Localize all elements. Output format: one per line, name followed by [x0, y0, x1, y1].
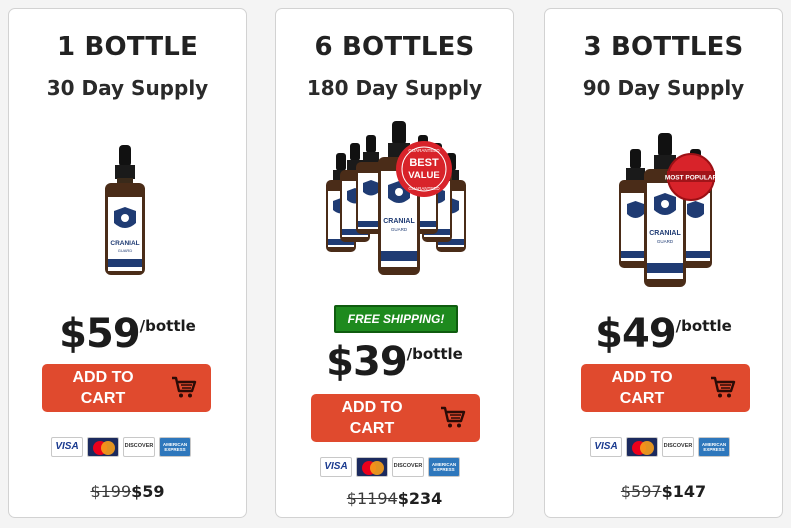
svg-text:VALUE: VALUE — [408, 170, 440, 181]
best-value-badge: BEST VALUE GUARANTEED GUARANTEED — [396, 141, 452, 197]
svg-text:BEST: BEST — [409, 157, 439, 169]
add-to-cart-label: ADD TO CART — [341, 399, 403, 437]
price-amount: $49 — [595, 311, 676, 357]
offer-card-3-bottles: 3 BOTTLES 90 Day Supply CRANIAL GUARD MO… — [544, 8, 783, 518]
mastercard-icon — [356, 457, 388, 477]
total-price: $199$59 — [9, 482, 246, 501]
bottle-image: CRANIAL GUARD — [105, 145, 145, 275]
svg-text:CRANIAL: CRANIAL — [649, 230, 681, 237]
svg-text:GUARD: GUARD — [657, 239, 674, 244]
mastercard-icon — [87, 437, 119, 457]
amex-icon: AMERICAN EXPRESS — [428, 457, 460, 477]
product-image: CRANIAL GUARD BEST VALUE GUARANTEED GUAR… — [276, 119, 513, 289]
discounted-total: $234 — [397, 489, 443, 508]
original-total: $597 — [620, 482, 662, 501]
payment-cards: VISA DISCOVER AMERICAN EXPRESS — [320, 457, 460, 477]
visa-icon: VISA — [320, 457, 352, 477]
svg-text:GUARANTEED: GUARANTEED — [408, 186, 440, 191]
offer-supply: 90 Day Supply — [582, 76, 745, 100]
offer-title: 3 BOTTLES — [583, 32, 744, 62]
per-bottle-label: /bottle — [139, 317, 196, 335]
offer-title: 6 BOTTLES — [314, 32, 475, 62]
product-image: CRANIAL GUARD — [9, 137, 246, 277]
svg-text:CRANIAL: CRANIAL — [383, 218, 415, 225]
offer-card-6-bottles: 6 BOTTLES 180 Day Supply CRANIAL GUARD B… — [275, 8, 514, 518]
price-per-bottle: $49/bottle — [545, 311, 782, 357]
svg-text:CRANIAL: CRANIAL — [110, 240, 139, 247]
mastercard-icon — [626, 437, 658, 457]
shopping-cart-icon — [441, 406, 466, 428]
price-amount: $39 — [326, 339, 407, 385]
price-per-bottle: $59/bottle — [9, 311, 246, 357]
shopping-cart-icon — [711, 376, 736, 398]
price-per-bottle: $39/bottle — [276, 339, 513, 385]
discover-icon: DISCOVER — [123, 437, 155, 457]
add-to-cart-label: ADD TO CART — [611, 369, 673, 407]
visa-icon: VISA — [590, 437, 622, 457]
original-total: $199 — [90, 482, 132, 501]
offer-supply: 180 Day Supply — [306, 76, 483, 100]
per-bottle-label: /bottle — [675, 317, 732, 335]
price-amount: $59 — [59, 311, 140, 357]
svg-text:GUARD: GUARD — [118, 248, 133, 253]
payment-cards: VISA DISCOVER AMERICAN EXPRESS — [590, 437, 730, 457]
per-bottle-label: /bottle — [406, 345, 463, 363]
offer-card-1-bottle: 1 BOTTLE 30 Day Supply CRANIAL GUARD $59… — [8, 8, 247, 518]
add-to-cart-label: ADD TO CART — [72, 369, 134, 407]
add-to-cart-button[interactable]: ADD TO CART — [581, 364, 750, 412]
original-total: $1194 — [346, 489, 398, 508]
offer-supply: 30 Day Supply — [46, 76, 209, 100]
add-to-cart-button[interactable]: ADD TO CART — [42, 364, 211, 412]
total-price: $597$147 — [545, 482, 782, 501]
product-image: CRANIAL GUARD MOST POPULAR — [545, 127, 782, 292]
discover-icon: DISCOVER — [662, 437, 694, 457]
svg-text:GUARANTEED: GUARANTEED — [408, 148, 440, 153]
free-shipping-badge: FREE SHIPPING! — [334, 305, 458, 333]
bottles-group-image: CRANIAL GUARD MOST POPULAR — [619, 133, 718, 287]
shopping-cart-icon — [172, 376, 197, 398]
amex-icon: AMERICAN EXPRESS — [698, 437, 730, 457]
svg-text:MOST POPULAR: MOST POPULAR — [665, 175, 718, 182]
visa-icon: VISA — [51, 437, 83, 457]
add-to-cart-button[interactable]: ADD TO CART — [311, 394, 480, 442]
svg-text:GUARD: GUARD — [391, 227, 408, 232]
discounted-total: $59 — [131, 482, 165, 501]
bottles-group-image: CRANIAL GUARD BEST VALUE GUARANTEED GUAR… — [326, 121, 466, 275]
payment-cards: VISA DISCOVER AMERICAN EXPRESS — [51, 437, 191, 457]
discounted-total: $147 — [661, 482, 707, 501]
amex-icon: AMERICAN EXPRESS — [159, 437, 191, 457]
discover-icon: DISCOVER — [392, 457, 424, 477]
total-price: $1194$234 — [276, 489, 513, 508]
offer-title: 1 BOTTLE — [56, 32, 199, 62]
